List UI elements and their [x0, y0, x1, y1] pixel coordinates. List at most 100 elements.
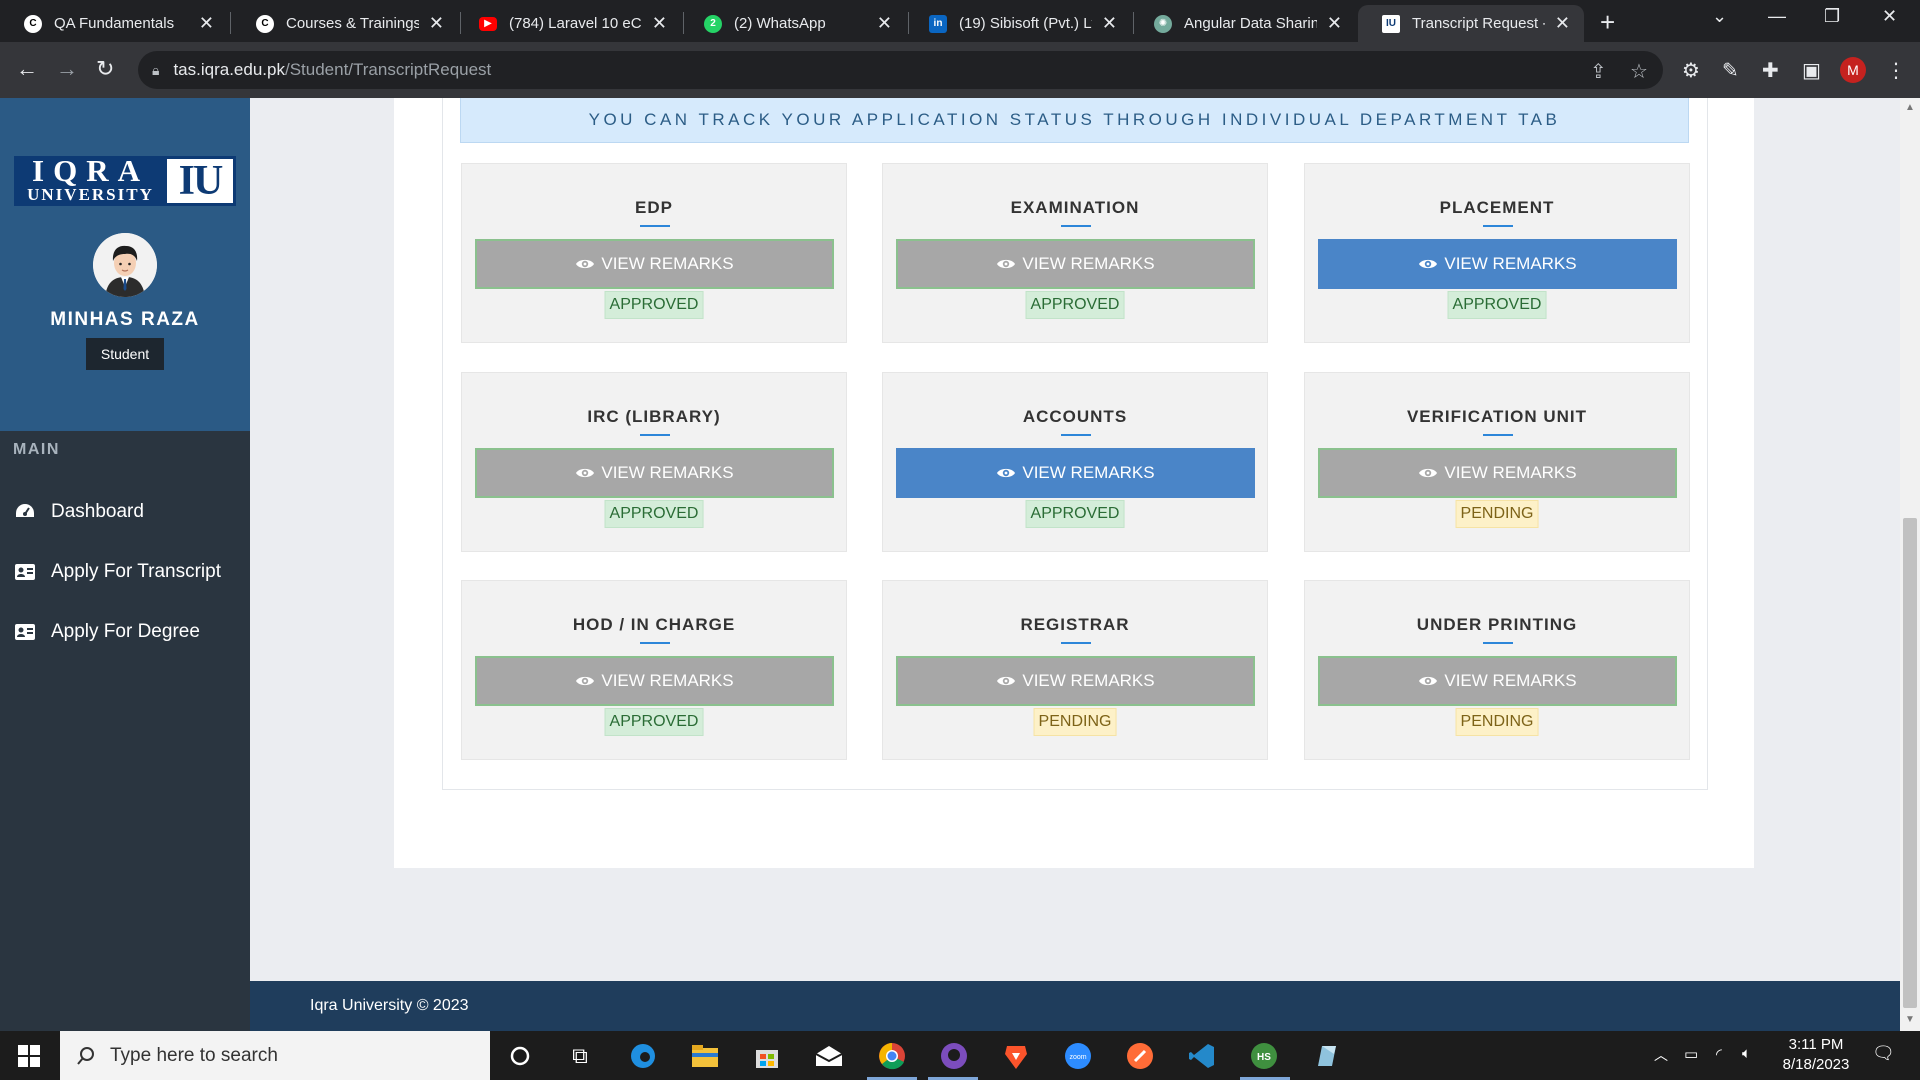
view-remarks-label: VIEW REMARKS [1444, 254, 1577, 273]
eye-icon [996, 257, 1016, 271]
notes-app-icon[interactable] [1309, 1039, 1343, 1073]
close-icon[interactable]: ✕ [199, 13, 214, 34]
browser-tab-strip: C QA Fundamentals ✕ C Courses & Training… [0, 0, 1920, 42]
bookmark-star-icon[interactable]: ☆ [1630, 59, 1648, 84]
eye-icon [1418, 257, 1438, 271]
wifi-icon[interactable]: ◜ [1716, 1045, 1722, 1063]
eye-icon [575, 257, 595, 271]
close-icon[interactable]: ✕ [429, 13, 444, 34]
tab-title: Courses & Trainings - [286, 15, 419, 32]
view-remarks-label: VIEW REMARKS [1444, 463, 1577, 482]
close-icon[interactable]: ✕ [877, 13, 892, 34]
new-tab-plus-icon[interactable]: + [1600, 7, 1615, 38]
view-remarks-label: VIEW REMARKS [601, 463, 734, 482]
browser-tab[interactable]: 2 (2) WhatsApp ✕ [680, 5, 906, 42]
eyedropper-icon[interactable]: ✎ [1722, 58, 1739, 83]
view-remarks-button[interactable]: VIEW REMARKS [475, 448, 834, 498]
taskbar-clock[interactable]: 3:11 PM 8/18/2023 [1770, 1035, 1862, 1075]
file-explorer-icon[interactable] [688, 1039, 722, 1073]
heidisql-icon[interactable]: HS [1247, 1039, 1281, 1073]
share-icon[interactable]: ⇪ [1590, 59, 1607, 84]
postman-icon[interactable] [1123, 1039, 1157, 1073]
chrome-icon[interactable] [875, 1039, 909, 1073]
window-close-icon[interactable]: ✕ [1882, 6, 1897, 27]
tab-title: Angular Data Sharing [1184, 15, 1317, 32]
browser-tab[interactable]: C Courses & Trainings - ✕ [232, 5, 458, 42]
eye-icon [1418, 466, 1438, 480]
view-remarks-button[interactable]: VIEW REMARKS [475, 239, 834, 289]
department-card-placement: PLACEMENT VIEW REMARKS APPROVED [1304, 163, 1690, 343]
browser-toolbar: ← → ↻ 🔒︎ tas.iqra.edu.pk /Student/Transc… [0, 42, 1920, 98]
department-title: HOD / IN CHARGE [572, 615, 736, 634]
department-title: VERIFICATION UNIT [1406, 407, 1588, 426]
scroll-down-arrow-icon[interactable]: ▼ [1905, 1014, 1915, 1025]
tray-chevron-up-icon[interactable]: ︿ [1654, 1045, 1668, 1065]
reload-icon[interactable]: ↻ [96, 56, 114, 82]
browser-tab[interactable]: C QA Fundamentals ✕ [0, 5, 228, 42]
scroll-up-arrow-icon[interactable]: ▲ [1905, 102, 1915, 113]
status-badge: APPROVED [604, 291, 704, 319]
svg-text:zoom: zoom [1069, 1054, 1086, 1061]
view-remarks-button[interactable]: VIEW REMARKS [896, 656, 1255, 706]
sidebar-item-apply-degree[interactable]: Apply For Degree [13, 617, 200, 647]
close-icon[interactable]: ✕ [1327, 13, 1342, 34]
minimize-icon[interactable]: — [1768, 6, 1786, 27]
vscode-icon[interactable] [1185, 1039, 1219, 1073]
logo-mark: IU [167, 159, 233, 203]
department-title: IRC (LIBRARY) [587, 407, 721, 426]
back-arrow-icon[interactable]: ← [16, 56, 38, 82]
youtube-icon: ▶ [479, 16, 497, 31]
url-host: tas.iqra.edu.pk [173, 60, 285, 79]
url-path: /Student/TranscriptRequest [284, 60, 492, 79]
extensions-puzzle-icon[interactable]: ✚ [1762, 58, 1779, 83]
browser-tab[interactable]: ▶ (784) Laravel 10 eCom ✕ [455, 5, 681, 42]
role-badge: Student [86, 338, 164, 370]
coursera-c-icon: C [256, 14, 274, 33]
view-remarks-button[interactable]: VIEW REMARKS [896, 239, 1255, 289]
scroll-thumb[interactable] [1903, 518, 1917, 1008]
notification-center-icon[interactable]: 🗨︎ [1872, 1043, 1895, 1064]
zoom-icon[interactable]: zoom [1061, 1039, 1095, 1073]
menu-kebab-icon[interactable]: ⋮ [1886, 58, 1906, 83]
profile-avatar[interactable]: M [1840, 57, 1866, 83]
dashboard-gauge-icon [13, 502, 37, 522]
github-desktop-icon[interactable] [937, 1039, 971, 1073]
browser-tab-active[interactable]: IU Transcript Request - I ✕ [1358, 5, 1584, 42]
sidebar-item-dashboard[interactable]: Dashboard [13, 497, 144, 527]
lock-icon[interactable]: 🔒︎ [152, 62, 159, 79]
browser-tab[interactable]: ✺ Angular Data Sharing ✕ [1130, 5, 1356, 42]
close-icon[interactable]: ✕ [1102, 13, 1117, 34]
tracking-banner: YOU CAN TRACK YOUR APPLICATION STATUS TH… [460, 98, 1689, 143]
tab-title: (2) WhatsApp [734, 15, 826, 32]
iqra-university-logo[interactable]: IQRA UNIVERSITY IU [14, 155, 236, 206]
department-card-under-printing: UNDER PRINTING VIEW REMARKS PENDING [1304, 580, 1690, 760]
battery-icon[interactable]: ▭ [1684, 1045, 1698, 1063]
close-icon[interactable]: ✕ [652, 13, 667, 34]
view-remarks-button[interactable]: VIEW REMARKS [1318, 448, 1677, 498]
view-remarks-button[interactable]: VIEW REMARKS [475, 656, 834, 706]
address-bar[interactable]: 🔒︎ tas.iqra.edu.pk /Student/TranscriptRe… [138, 51, 1663, 89]
view-remarks-button[interactable]: VIEW REMARKS [1318, 239, 1677, 289]
restore-icon[interactable]: ❐ [1824, 6, 1840, 27]
tab-search-chevron-icon[interactable]: ⌄ [1712, 6, 1727, 27]
mail-icon[interactable] [812, 1039, 846, 1073]
sidebar-item-apply-transcript[interactable]: Apply For Transcript [13, 557, 221, 587]
forward-arrow-icon[interactable]: → [56, 56, 78, 82]
page-scrollbar[interactable]: ▲ ▼ [1900, 98, 1920, 1031]
brave-icon[interactable] [999, 1039, 1033, 1073]
task-view-icon[interactable]: ⧉ [563, 1039, 597, 1073]
close-icon[interactable]: ✕ [1555, 13, 1570, 34]
windows-start-icon[interactable] [18, 1045, 40, 1067]
microsoft-store-icon[interactable] [750, 1039, 784, 1073]
browser-tab[interactable]: in (19) Sibisoft (Pvt.) Ltd. ✕ [905, 5, 1131, 42]
volume-icon[interactable]: 🔈︎ [1742, 1045, 1751, 1062]
taskbar-search-input[interactable]: Type here to search [60, 1031, 490, 1080]
side-panel-icon[interactable]: ▣ [1802, 58, 1821, 83]
edge-icon[interactable] [626, 1039, 660, 1073]
view-remarks-button[interactable]: VIEW REMARKS [896, 448, 1255, 498]
view-remarks-button[interactable]: VIEW REMARKS [1318, 656, 1677, 706]
cortana-icon[interactable] [503, 1039, 537, 1073]
status-badge: PENDING [1455, 500, 1539, 528]
user-name: MINHAS RAZA [50, 309, 200, 330]
extension-gear-icon[interactable]: ⚙ [1682, 58, 1700, 83]
